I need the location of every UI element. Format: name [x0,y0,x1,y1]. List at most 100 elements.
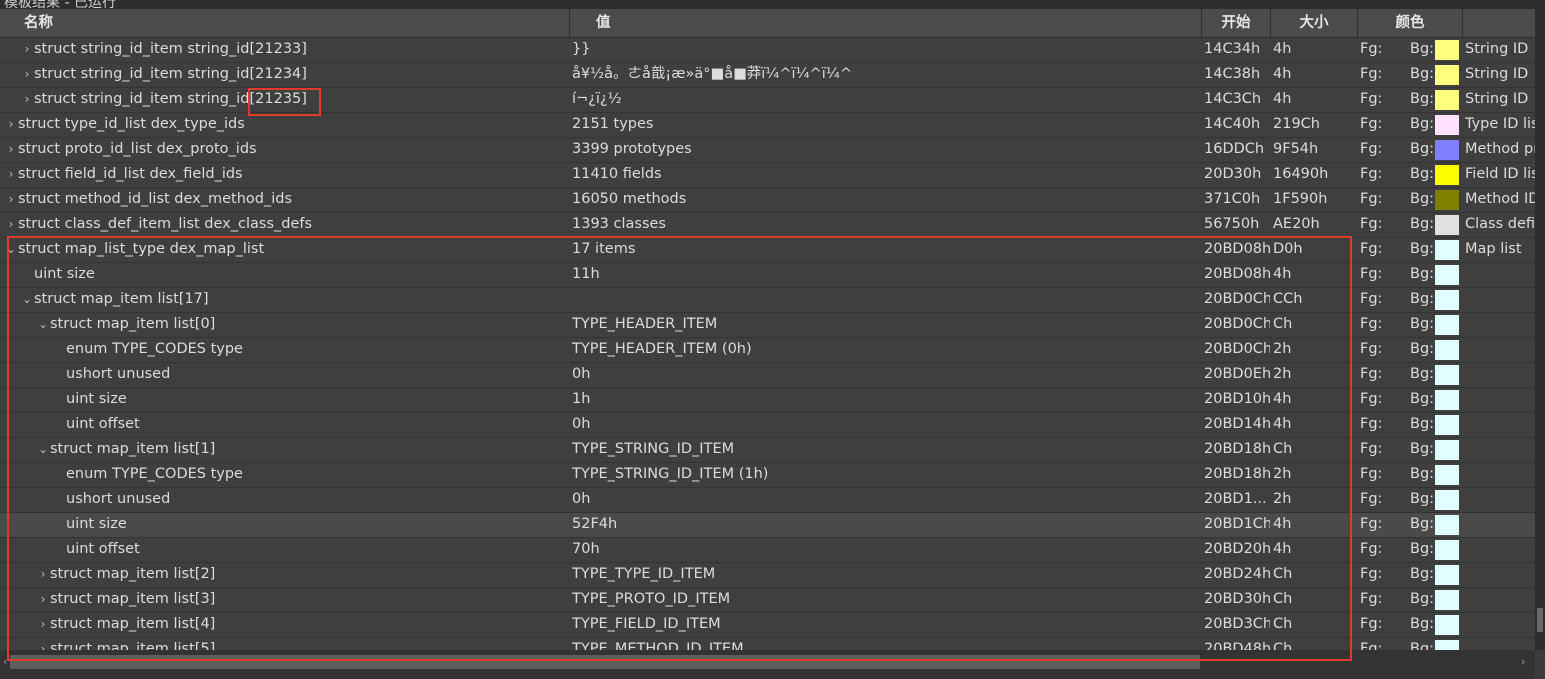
row-color-swatch[interactable] [1435,115,1459,135]
scroll-right-icon[interactable]: › [1521,655,1525,668]
column-header-start[interactable]: 开始 [1202,9,1271,37]
chevron-right-icon[interactable]: › [4,113,18,136]
table-row[interactable]: › struct class_def_item_list dex_class_de… [0,213,1535,238]
row-bg-label: Bg: [1410,216,1434,232]
vertical-scrollbar[interactable] [1535,9,1545,650]
row-name-label: enum TYPE_CODES type [66,341,243,357]
table-row[interactable]: › struct map_item list[3] TYPE_PROTO_ID_IT… [0,588,1535,613]
row-color-swatch[interactable] [1435,540,1459,560]
chevron-right-icon[interactable]: › [4,213,18,236]
table-row[interactable]: ⌄ struct map_list_type dex_map_list 17 ite… [0,238,1535,263]
row-color-swatch[interactable] [1435,265,1459,285]
row-color-swatch[interactable] [1435,140,1459,160]
row-size-cell: 4h [1273,91,1292,107]
row-description-cell: Class definitions [1465,216,1535,232]
chevron-right-icon[interactable]: › [20,38,34,61]
table-row[interactable]: › struct string_id_item string_id[21235] í… [0,88,1535,113]
table-row[interactable]: › struct type_id_list dex_type_ids 2151 ty… [0,113,1535,138]
chevron-right-icon[interactable]: › [20,63,34,86]
template-results-tree[interactable]: › struct string_id_item string_id[21233]}… [0,38,1535,650]
row-color-swatch[interactable] [1435,365,1459,385]
row-name-label: struct map_list_type dex_map_list [18,241,265,257]
chevron-right-icon[interactable]: › [36,563,50,586]
row-value-cell: 16050 methods [572,191,687,207]
chevron-down-icon[interactable]: ⌄ [36,438,50,461]
row-color-swatch[interactable] [1435,190,1459,210]
table-row[interactable]: › struct string_id_item string_id[21234] å… [0,63,1535,88]
horizontal-scrollbar-thumb[interactable] [10,655,1200,669]
chevron-down-icon[interactable]: ⌄ [36,313,50,336]
table-row[interactable]: › struct map_item list[2] TYPE_TYPE_ID_ITE… [0,563,1535,588]
row-description-cell [1465,338,1535,362]
row-color-swatch[interactable] [1435,215,1459,235]
row-size-cell: 4h [1273,541,1292,557]
table-row[interactable]: enum TYPE_CODES type TYPE_HEADER_ITEM (0h… [0,338,1535,363]
scroll-left-icon[interactable]: ‹ [3,655,7,668]
row-color-swatch[interactable] [1435,440,1459,460]
table-row[interactable]: ⌄ struct map_item list[1] TYPE_STRING_ID_I… [0,438,1535,463]
chevron-right-icon[interactable]: › [4,163,18,186]
table-row[interactable]: › struct map_item list[5] TYPE_METHOD_ID_I… [0,638,1535,650]
table-row[interactable]: ushort unused 0h 20BD1... 2h Fg: Bg: [0,488,1535,513]
row-color-swatch[interactable] [1435,290,1459,310]
row-value-cell: TYPE_METHOD_ID_ITEM [572,641,744,650]
row-color-swatch[interactable] [1435,415,1459,435]
table-row[interactable]: › struct string_id_item string_id[21233]}… [0,38,1535,63]
row-start-cell: 371C0h [1204,191,1261,207]
chevron-right-icon[interactable]: › [36,638,50,650]
table-row[interactable]: uint offset 0h 20BD14h 4h Fg: Bg: [0,413,1535,438]
row-value-cell: 1393 classes [572,216,666,232]
row-start-cell: 56750h [1204,216,1260,232]
table-row[interactable]: uint size 1h 20BD10h 4h Fg: Bg: [0,388,1535,413]
table-row[interactable]: ⌄ struct map_item list[0] TYPE_HEADER_ITEM… [0,313,1535,338]
column-header-value[interactable]: 值 [570,9,1202,37]
chevron-right-icon[interactable]: › [20,88,34,111]
row-color-swatch[interactable] [1435,40,1459,60]
row-bg-label: Bg: [1410,466,1434,482]
table-row[interactable]: uint size 52F4h 20BD1Ch 4h Fg: Bg: [0,513,1535,538]
row-value-cell: TYPE_FIELD_ID_ITEM [572,616,721,632]
row-color-swatch[interactable] [1435,515,1459,535]
row-color-swatch[interactable] [1435,465,1459,485]
chevron-right-icon[interactable]: › [36,613,50,636]
row-name-cell: ⌄ struct map_item list[0] [0,313,605,337]
table-row[interactable]: uint size 11h 20BD08h 4h Fg: Bg: [0,263,1535,288]
chevron-down-icon[interactable]: ⌄ [4,238,18,261]
row-color-swatch[interactable] [1435,90,1459,110]
vertical-scrollbar-thumb[interactable] [1537,608,1543,632]
row-fg-label: Fg: [1360,466,1383,482]
row-color-swatch[interactable] [1435,340,1459,360]
table-row[interactable]: enum TYPE_CODES type TYPE_STRING_ID_ITEM … [0,463,1535,488]
chevron-right-icon[interactable]: › [4,138,18,161]
table-row[interactable]: › struct proto_id_list dex_proto_ids 3399 … [0,138,1535,163]
row-size-cell: Ch [1273,591,1293,607]
table-row[interactable]: ⌄ struct map_item list[17] 20BD0Ch CCh Fg: Bg… [0,288,1535,313]
table-row[interactable]: › struct map_item list[4] TYPE_FIELD_ID_IT… [0,613,1535,638]
table-row[interactable]: › struct field_id_list dex_field_ids 11410… [0,163,1535,188]
row-color-swatch[interactable] [1435,315,1459,335]
table-row[interactable]: ushort unused 0h 20BD0Eh 2h Fg: Bg: [0,363,1535,388]
row-color-swatch[interactable] [1435,390,1459,410]
row-value-cell: 11410 fields [572,166,662,182]
row-name-label: struct map_item list[5] [50,641,216,650]
row-name-cell: › struct map_item list[3] [0,588,605,612]
row-start-cell: 20BD08h [1204,241,1270,257]
row-color-swatch[interactable] [1435,565,1459,585]
table-row[interactable]: › struct method_id_list dex_method_ids 160… [0,188,1535,213]
column-header-size[interactable]: 大小 [1271,9,1358,37]
row-color-swatch[interactable] [1435,615,1459,635]
row-bg-label: Bg: [1410,341,1434,357]
chevron-right-icon[interactable]: › [36,588,50,611]
row-color-swatch[interactable] [1435,240,1459,260]
row-color-swatch[interactable] [1435,640,1459,650]
table-row[interactable]: uint offset 70h 20BD20h 4h Fg: Bg: [0,538,1535,563]
column-header-color[interactable]: 颜色 [1358,9,1463,37]
column-header-name[interactable]: 名称 [0,9,570,37]
chevron-right-icon[interactable]: › [4,188,18,211]
row-color-swatch[interactable] [1435,165,1459,185]
row-color-swatch[interactable] [1435,65,1459,85]
row-color-swatch[interactable] [1435,490,1459,510]
chevron-down-icon[interactable]: ⌄ [20,288,34,311]
row-color-swatch[interactable] [1435,590,1459,610]
row-size-cell: 4h [1273,391,1292,407]
